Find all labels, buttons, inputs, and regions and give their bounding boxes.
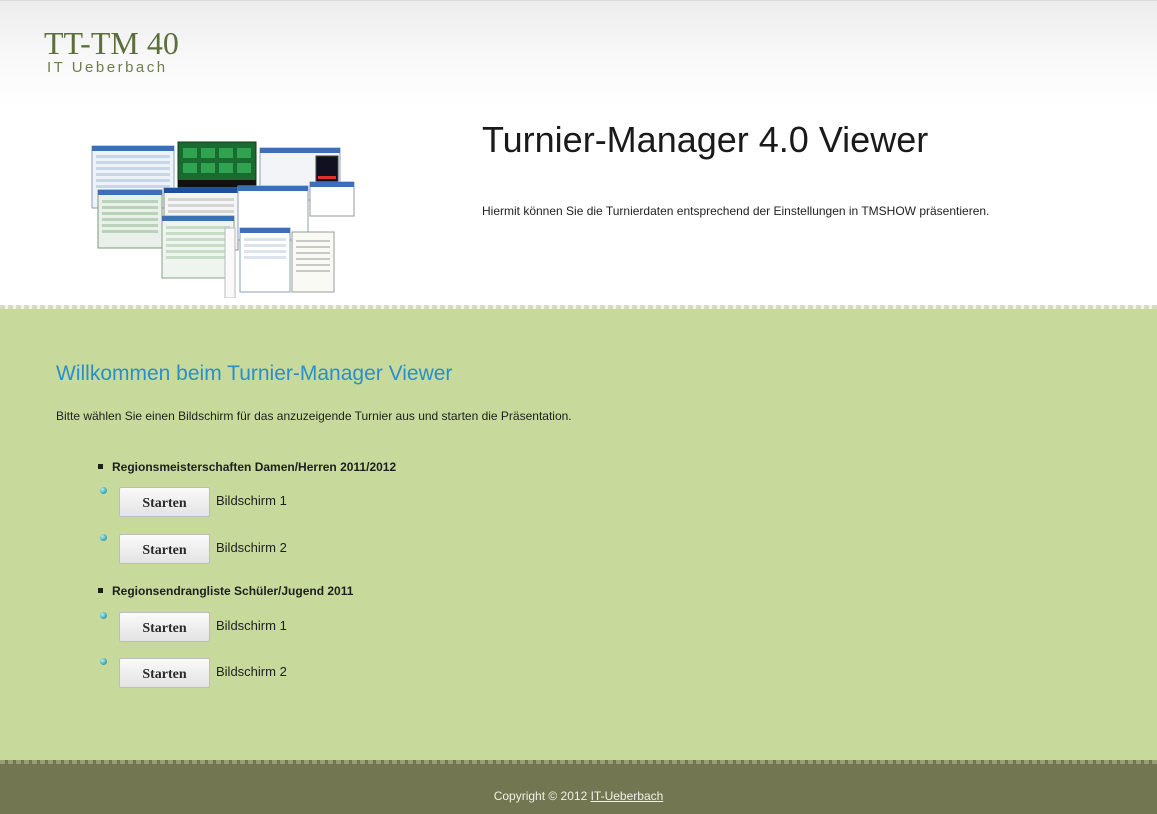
bullet-dot-icon bbox=[100, 534, 107, 541]
page-description: Hiermit können Sie die Turnierdaten ents… bbox=[482, 204, 990, 218]
tournament-name: Regionsendrangliste Schüler/Jugend 2011 bbox=[112, 584, 354, 598]
start-button[interactable]: Starten bbox=[119, 658, 210, 688]
intro-text: Bitte wählen Sie einen Bildschirm für da… bbox=[56, 409, 572, 423]
tournament-item: Regionsendrangliste Schüler/Jugend 2011 bbox=[98, 584, 353, 598]
bullet-square-icon bbox=[98, 464, 103, 470]
screen-label: Bildschirm 1 bbox=[216, 493, 287, 508]
dashed-divider bbox=[0, 305, 1157, 309]
dashed-divider bbox=[0, 760, 1157, 764]
header: TT-TM 40 IT Ueberbach Turnier-Manager 4.… bbox=[0, 0, 1157, 305]
start-button[interactable]: Starten bbox=[119, 487, 210, 517]
page-title: Turnier-Manager 4.0 Viewer bbox=[482, 119, 929, 160]
screen-label: Bildschirm 2 bbox=[216, 664, 287, 679]
main-content: Willkommen beim Turnier-Manager Viewer B… bbox=[0, 310, 1157, 758]
bullet-square-icon bbox=[98, 588, 103, 594]
it-ueberbach-link[interactable]: IT-Ueberbach bbox=[591, 789, 664, 803]
app-screenshots-collage-image bbox=[91, 141, 355, 298]
bullet-dot-icon bbox=[100, 612, 107, 619]
tournament-item: Regionsmeisterschaften Damen/Herren 2011… bbox=[98, 460, 396, 474]
bullet-dot-icon bbox=[100, 487, 107, 494]
screen-label: Bildschirm 2 bbox=[216, 540, 287, 555]
start-button[interactable]: Starten bbox=[119, 534, 210, 564]
copyright-text: Copyright © 2012 IT-Ueberbach bbox=[493, 789, 664, 803]
footer: Copyright © 2012 IT-Ueberbach bbox=[0, 760, 1157, 814]
welcome-heading: Willkommen beim Turnier-Manager Viewer bbox=[56, 362, 453, 385]
bullet-dot-icon bbox=[100, 658, 107, 665]
logo-title: TT-TM 40 bbox=[44, 25, 179, 61]
start-button[interactable]: Starten bbox=[119, 612, 210, 642]
tournament-name: Regionsmeisterschaften Damen/Herren 2011… bbox=[112, 460, 397, 474]
screen-label: Bildschirm 1 bbox=[216, 618, 287, 633]
